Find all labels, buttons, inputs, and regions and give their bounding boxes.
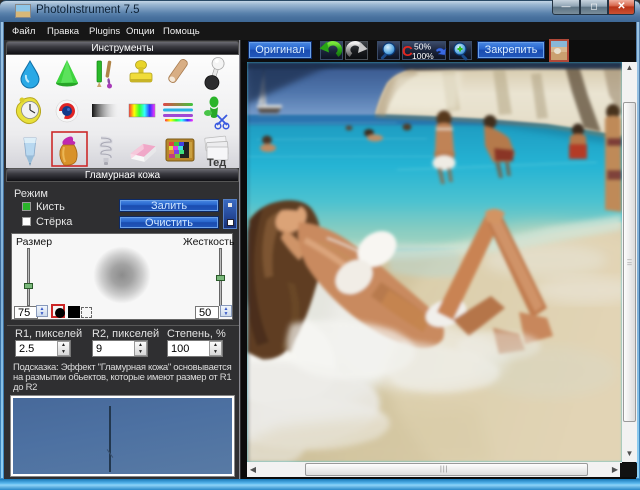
svg-text:100%: 100% bbox=[412, 51, 434, 61]
svg-text:50%: 50% bbox=[414, 42, 431, 52]
svg-text:Тед: Тед bbox=[207, 157, 226, 168]
